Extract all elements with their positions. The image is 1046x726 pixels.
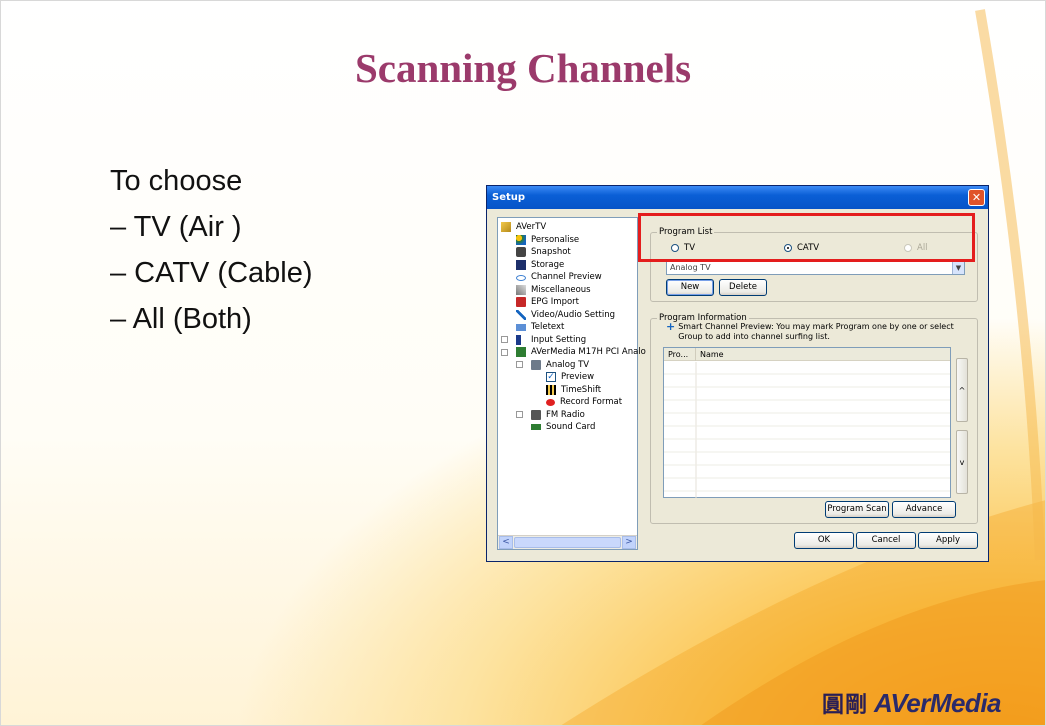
bullet-item: – TV (Air ) xyxy=(110,211,242,243)
eye-icon xyxy=(516,275,526,281)
tree-item-label: Preview xyxy=(561,372,595,382)
tree-item-label: Personalise xyxy=(531,234,580,245)
tree-item-personalise[interactable]: Personalise xyxy=(516,234,579,246)
card-icon xyxy=(516,347,526,357)
tree-item-label: Analog TV xyxy=(546,359,590,370)
tree-item-label: AVerTV xyxy=(516,222,547,232)
scroll-right-button[interactable]: > xyxy=(622,536,636,549)
tree-item-label: TimeShift xyxy=(561,384,602,395)
radio-icon xyxy=(531,409,541,420)
tree-item-label: Video/Audio Setting xyxy=(531,309,615,320)
snapshot-icon xyxy=(516,247,526,257)
record-icon xyxy=(546,398,555,406)
highlight-box xyxy=(638,213,975,262)
chevron-down-icon[interactable]: ▼ xyxy=(952,262,964,274)
scroll-thumb[interactable] xyxy=(514,537,621,548)
bullet-item: To choose xyxy=(110,165,243,197)
tree-item-fm-radio[interactable]: FM Radio xyxy=(516,409,585,421)
slide-title: Scanning Channels xyxy=(354,45,692,91)
epg-icon xyxy=(516,297,526,307)
bullet-item: – CATV (Cable) xyxy=(110,257,313,289)
tree-item-label: Teletext xyxy=(531,322,565,332)
tree-item-analog-tv[interactable]: Analog TV xyxy=(516,359,589,371)
tree-item-teletext[interactable]: Teletext xyxy=(516,321,564,333)
table-grid xyxy=(664,362,950,498)
program-table[interactable]: Pro... Name xyxy=(663,347,951,498)
collapse-icon xyxy=(501,348,508,356)
dialog-title: Setup xyxy=(487,186,988,209)
advance-button[interactable]: Advance xyxy=(892,501,956,518)
program-scan-button[interactable]: Program Scan xyxy=(825,501,889,518)
storage-icon xyxy=(516,259,526,270)
collapse-icon xyxy=(516,361,523,368)
hint-text: Smart Channel Preview: You may mark Prog… xyxy=(678,322,954,341)
timeshift-icon xyxy=(546,384,556,395)
tree-horizontal-scrollbar[interactable]: < > xyxy=(498,535,637,549)
program-info-hint: + Smart Channel Preview: You may mark Pr… xyxy=(666,320,966,342)
tree-item-epg-import[interactable]: EPG Import xyxy=(516,296,579,308)
tree-item-label: Snapshot xyxy=(531,247,571,257)
plus-icon: + xyxy=(666,320,676,333)
col-program[interactable]: Pro... xyxy=(664,348,696,361)
new-button[interactable]: New xyxy=(666,279,714,296)
delete-button[interactable]: Delete xyxy=(719,279,767,296)
tree-item-storage[interactable]: Storage xyxy=(516,259,564,271)
tree-item-label: Input Setting xyxy=(531,334,587,345)
tree-item-label: Channel Preview xyxy=(531,272,602,282)
avertv-icon xyxy=(501,222,511,232)
tree-item-label: Storage xyxy=(531,259,565,270)
tools-icon xyxy=(516,309,526,320)
tree-item-channel-preview[interactable]: Channel Preview xyxy=(516,271,602,283)
bullet-item: – All (Both) xyxy=(110,303,252,335)
teletext-icon xyxy=(516,323,526,331)
col-name[interactable]: Name xyxy=(696,348,950,361)
settings-tree: AVerTV Personalise Snapshot Storage Chan… xyxy=(497,217,646,550)
logo-brand-text: AVerMedia xyxy=(874,687,1002,718)
personalise-icon xyxy=(516,234,526,245)
source-select[interactable]: Analog TV ▼ xyxy=(666,261,965,275)
tree-item-label: Record Format xyxy=(560,397,623,407)
tree-item-snapshot[interactable]: Snapshot xyxy=(516,246,571,258)
tree-item-miscellaneous[interactable]: Miscellaneous xyxy=(516,284,591,296)
tree-item-video-audio[interactable]: Video/Audio Setting xyxy=(516,309,615,321)
move-down-button[interactable]: v xyxy=(956,430,968,494)
tree-item-label: FM Radio xyxy=(546,409,585,420)
close-button[interactable]: ✕ xyxy=(968,189,985,206)
apply-button[interactable]: Apply xyxy=(918,532,978,549)
tree-item-preview[interactable]: ✓ Preview xyxy=(546,371,594,383)
tree-item-record-format[interactable]: Record Format xyxy=(546,396,622,408)
avermedia-logo: 圓剛 AVerMedia xyxy=(822,687,1002,719)
source-value: Analog TV xyxy=(670,263,711,272)
tree-item-label: Miscellaneous xyxy=(531,284,591,295)
soundcard-icon xyxy=(531,424,541,430)
checkbox-icon: ✓ xyxy=(546,372,556,382)
tree-item-timeshift[interactable]: TimeShift xyxy=(546,384,601,396)
scroll-left-button[interactable]: < xyxy=(499,536,513,549)
tv-icon xyxy=(531,359,541,370)
expand-icon xyxy=(516,411,523,418)
input-icon xyxy=(516,334,526,345)
move-up-button[interactable]: ^ xyxy=(956,358,968,422)
tree-item-label: EPG Import xyxy=(531,297,579,307)
tree-item-label: AVerMedia M17H PCI Analo xyxy=(531,347,646,357)
ok-button[interactable]: OK xyxy=(794,532,854,549)
tree-item-label: Sound Card xyxy=(546,422,596,432)
tree-item-input-setting[interactable]: Input Setting xyxy=(501,334,586,346)
tree-item-card[interactable]: AVerMedia M17H PCI Analo xyxy=(501,346,646,358)
bullet-list: To choose – TV (Air ) – CATV (Cable) – A… xyxy=(110,162,313,346)
tree-item-avertv[interactable]: AVerTV xyxy=(501,221,546,233)
cancel-button[interactable]: Cancel xyxy=(856,532,916,549)
misc-icon xyxy=(516,284,526,295)
table-header: Pro... Name xyxy=(664,348,950,361)
tree-item-sound-card[interactable]: Sound Card xyxy=(531,421,595,433)
logo-chinese-text: 圓剛 xyxy=(822,692,869,718)
expand-icon xyxy=(501,336,508,343)
